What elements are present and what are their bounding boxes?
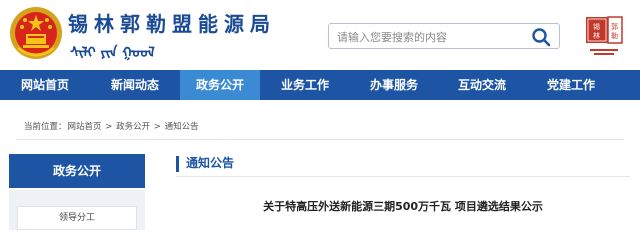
site-header: 锡林郭勒盟能源局 ᠰᠢᠯᠢ ᠶᠢᠨ ᠭᠣᠣᠯ 锡 林 郭 勒 <box>0 0 640 70</box>
site-title: 锡林郭勒盟能源局 <box>68 12 276 36</box>
site-title-mongolian: ᠰᠢᠯᠢ ᠶᠢᠨ ᠭᠣᠣᠯ <box>70 45 155 61</box>
svg-text:锡: 锡 <box>593 22 600 31</box>
nav-item-news[interactable]: 新闻动态 <box>90 70 180 100</box>
section-marker <box>176 156 179 172</box>
breadcrumb-link-home[interactable]: 网站首页 <box>68 122 102 132</box>
breadcrumb-separator: > <box>102 122 116 132</box>
breadcrumb-prefix: 当前位置： <box>24 122 67 132</box>
search-input[interactable] <box>337 28 517 46</box>
breadcrumb-divider <box>16 139 624 140</box>
nav-item-business[interactable]: 业务工作 <box>260 70 350 100</box>
sidebar-menu: 领导分工 <box>9 190 145 230</box>
seal-logo-icon: 锡 林 郭 勒 <box>586 16 623 55</box>
breadcrumb-link-notices[interactable]: 通知公告 <box>165 122 199 132</box>
main-nav: 网站首页 新闻动态 政务公开 业务工作 办事服务 互动交流 党建工作 <box>0 70 640 100</box>
sidebar-heading: 政务公开 <box>9 154 145 188</box>
svg-text:郭: 郭 <box>611 22 618 31</box>
search-icon[interactable] <box>531 27 551 47</box>
section-header: 通知公告 <box>176 152 630 178</box>
national-emblem-icon <box>10 7 62 59</box>
nav-item-interaction[interactable]: 互动交流 <box>438 70 526 100</box>
article-title: 关于特高压外送新能源三期500万千瓦 项目遴选结果公示 <box>263 200 543 213</box>
nav-item-gov-affairs[interactable]: 政务公开 <box>180 70 260 100</box>
nav-item-party-building[interactable]: 党建工作 <box>526 70 616 100</box>
svg-text:勒: 勒 <box>611 31 618 40</box>
svg-text:林: 林 <box>593 31 600 40</box>
sidebar-item-leadership[interactable]: 领导分工 <box>17 206 137 230</box>
breadcrumb-separator: > <box>151 122 164 132</box>
breadcrumb-link-gov-affairs[interactable]: 政务公开 <box>116 122 150 132</box>
nav-item-home[interactable]: 网站首页 <box>0 70 90 100</box>
section-title: 通知公告 <box>186 156 235 170</box>
section-divider <box>176 176 630 177</box>
breadcrumb: 当前位置：网站首页 > 政务公开 > 通知公告 <box>24 120 200 132</box>
nav-item-services[interactable]: 办事服务 <box>350 70 438 100</box>
search-box <box>328 23 560 49</box>
